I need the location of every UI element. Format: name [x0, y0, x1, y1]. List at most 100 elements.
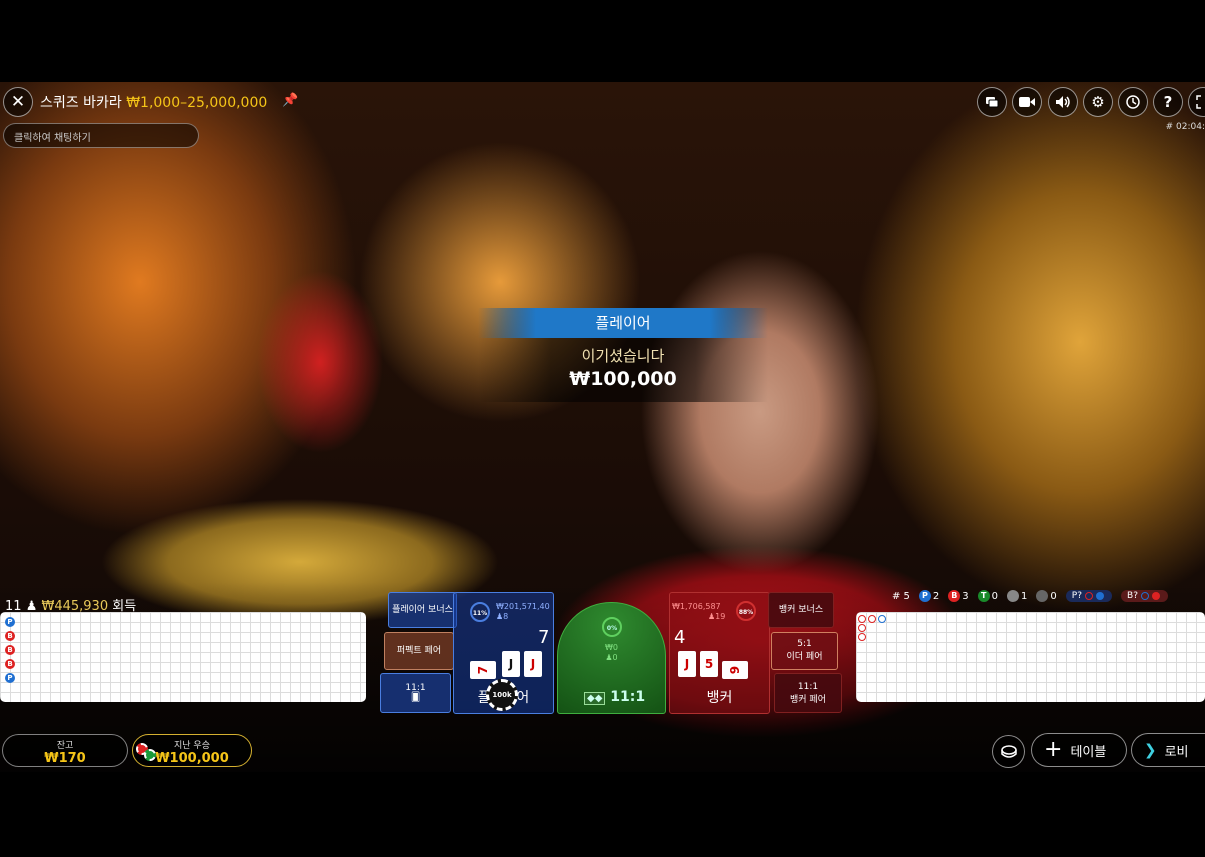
banker-bettors: ♟19	[708, 612, 725, 621]
chat-input[interactable]: 클릭하여 채팅하기	[3, 123, 199, 148]
player-card-1: 7	[470, 661, 496, 679]
banker-bettors-count: 19	[715, 612, 726, 621]
tie-bet-spot[interactable]: 0% ₩0 ♟0 ◆◆ 11:1	[557, 602, 666, 714]
video-icon[interactable]	[1012, 87, 1042, 117]
banker-card-1: J	[678, 651, 696, 677]
player-pair-ratio: 11:1	[405, 683, 426, 693]
tie-wins: 0	[991, 591, 999, 602]
player-pair-bet[interactable]: 11:1 🂠	[380, 673, 451, 713]
banker-card-2: 5	[700, 651, 718, 677]
add-table-label: 테이블	[1070, 744, 1107, 760]
last-win-display: 지난 우승 ₩100,000	[132, 734, 252, 767]
road-mark-banker	[858, 624, 866, 632]
ask-dot-icon	[1151, 592, 1160, 600]
player-bet-total: ₩201,571,40	[496, 602, 550, 611]
volume-icon[interactable]	[1048, 87, 1078, 117]
bet-limits: ₩1,000–25,000,000	[126, 95, 268, 111]
banker-pair-bet[interactable]: 11:1 뱅커 페어	[774, 673, 842, 713]
banker-card-3: 9	[722, 661, 748, 679]
banker-wins: 3	[962, 591, 969, 602]
banker-bet-spot[interactable]: ₩1,706,587 ♟19 88% 4 J 5 9 뱅커	[669, 592, 770, 714]
player-bonus-bet[interactable]: 플레이어 보너스	[388, 592, 457, 628]
road-stats: # 5 P2 B3 T0 1 0 P? B?	[892, 590, 1168, 602]
bead-road[interactable]: P B B B P	[0, 612, 366, 702]
player-badge-icon: P	[918, 590, 931, 602]
banker-bet-total: ₩1,706,587	[672, 602, 721, 611]
history-icon[interactable]	[1118, 87, 1148, 117]
tie-bettors: ♟0	[558, 653, 665, 662]
either-pair-ratio: 5:1	[797, 639, 812, 649]
lobby-button[interactable]: ❯ 로비	[1131, 733, 1205, 767]
user-icon: ♟	[605, 653, 613, 662]
tie-ratio-value: 11:1	[610, 689, 646, 705]
bead-player: P	[5, 617, 15, 627]
tie-bet-total: ₩0	[605, 643, 618, 652]
table-title: 스퀴즈 바카라 ₩1,000–25,000,000	[40, 92, 267, 112]
player-bet-spot[interactable]: 11% ₩201,571,40 ♟8 7 7 J J 플레이어 100k	[453, 592, 554, 714]
ask-dot-icon	[1096, 592, 1105, 600]
banker-score: 4	[674, 627, 686, 648]
help-icon[interactable]: ?	[1153, 87, 1183, 117]
balance-value: ₩170	[44, 751, 86, 766]
banker-pair-label: 뱅커 페어	[790, 695, 826, 705]
chip-stack-icon[interactable]	[992, 735, 1025, 768]
ask-ring-icon	[1140, 592, 1149, 600]
bead-player: P	[5, 673, 15, 683]
player-card-2: J	[502, 651, 520, 677]
player-bettors-count: 8	[503, 612, 509, 621]
either-pair-bet[interactable]: 5:1 이더 페어	[771, 632, 838, 670]
player-pair-count: 1	[1021, 591, 1028, 602]
settings-icon[interactable]: ⚙	[1083, 87, 1113, 117]
win-amount: ₩100,000	[569, 368, 677, 390]
game-name: 스퀴즈 바카라	[40, 95, 122, 111]
live-video-stage: ✕ 스퀴즈 바카라 ₩1,000–25,000,000 📌 클릭하여 채팅하기 …	[0, 82, 1205, 772]
tie-cards-icon: ◆◆	[584, 692, 606, 705]
round-number: # 5	[892, 590, 910, 602]
bead-banker: B	[5, 659, 15, 669]
banker-ask-label: B?	[1127, 591, 1138, 601]
player-pct: 11%	[470, 602, 490, 622]
player-bettors: ♟8	[496, 612, 508, 621]
ask-ring-icon	[1085, 592, 1094, 600]
pin-icon[interactable]: 📌	[282, 93, 298, 108]
road-mark-banker	[858, 615, 866, 623]
balance-label: 잔고	[56, 741, 74, 751]
lobby-label: 로비	[1164, 744, 1189, 760]
tie-ratio: ◆◆ 11:1	[584, 689, 645, 705]
close-icon[interactable]: ✕	[3, 87, 33, 117]
bead-banker: B	[5, 631, 15, 641]
perfect-pair-bet[interactable]: 퍼펙트 페어	[384, 632, 454, 670]
lobby-arrow-icon: ❯	[1144, 741, 1157, 759]
player-score: 7	[538, 627, 550, 648]
win-message: 이기셨습니다	[581, 347, 665, 365]
game-id: # 02:04:	[1165, 122, 1205, 132]
plus-icon: +	[1044, 737, 1063, 762]
tie-bettors-count: 0	[612, 653, 618, 662]
big-road[interactable]	[856, 612, 1205, 702]
banker-pair-count: 0	[1050, 591, 1057, 602]
either-pair-label: 이더 페어	[786, 652, 823, 662]
pair-cards-icon: 🂠	[410, 693, 421, 703]
add-table-button[interactable]: + 테이블	[1031, 733, 1127, 767]
winner-banner: 플레이어	[478, 308, 768, 338]
banker-pair-icon	[1036, 590, 1049, 602]
balance-display: 잔고 ₩170	[2, 734, 128, 767]
player-ask-label: P?	[1071, 591, 1083, 601]
chip-100k[interactable]: 100k	[486, 679, 518, 711]
banker-badge-icon: B	[948, 590, 961, 602]
banker-ask-button[interactable]: B?	[1121, 590, 1168, 602]
player-card-3: J	[524, 651, 542, 677]
player-ask-button[interactable]: P?	[1065, 590, 1113, 602]
road-mark-banker	[868, 615, 876, 623]
chips-icon	[136, 741, 156, 761]
chat-icon[interactable]	[977, 87, 1007, 117]
banker-bonus-bet[interactable]: 뱅커 보너스	[768, 592, 834, 628]
win-result-panel: 플레이어 이기셨습니다 ₩100,000	[478, 308, 768, 402]
banker-pct: 88%	[736, 601, 756, 621]
player-pair-icon	[1007, 590, 1020, 602]
banker-pair-ratio: 11:1	[797, 682, 819, 692]
fullscreen-icon[interactable]	[1188, 87, 1205, 117]
banker-label: 뱅커	[706, 690, 733, 706]
bead-banker: B	[5, 645, 15, 655]
road-mark-player	[878, 615, 886, 623]
